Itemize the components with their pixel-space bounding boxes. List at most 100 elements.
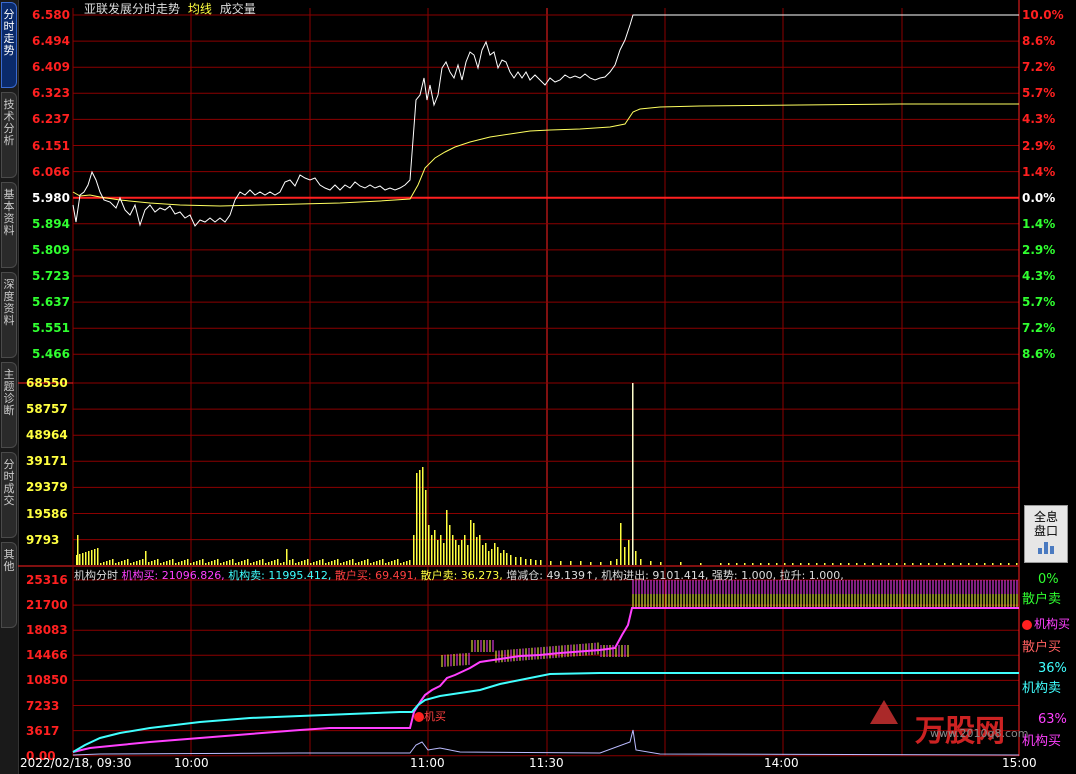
volume-bar [85,552,87,565]
volume-bar [840,563,842,565]
time-label-1000: 10:00 [174,756,209,770]
chart-header: 亚联发展分时走势 均线 成交量 [84,0,256,17]
volume-bar [256,561,258,565]
volume-bar [700,563,702,565]
volume-bar [202,559,204,565]
volume-bar [510,555,512,565]
volume-bar [912,563,914,565]
volume-bar [265,563,267,565]
volume-bar [154,560,156,565]
volume-bar [458,545,460,565]
watermark-arrow-icon [870,700,898,724]
volume-bar [160,563,162,565]
volume-bar [409,560,411,565]
volume-bar [220,563,222,565]
volume-bar [624,547,626,565]
full-quote-button[interactable]: 全息盘口 [1024,505,1068,563]
volume-bar [295,563,297,565]
volume-bar [109,560,111,565]
volume-bar [319,560,321,565]
volume-bar [331,561,333,565]
volume-bar [610,561,612,565]
volume-bar [616,559,618,565]
volume-bar [235,563,237,565]
volume-bar [848,563,850,565]
volume-bar [635,551,637,565]
volume-bar [590,562,592,565]
volume-bar [199,560,201,565]
volume-bar [283,562,285,565]
volume-bar [124,560,126,565]
inst-tick: 7233 [26,698,60,713]
rise-value: 拉升: 1.000, [779,569,844,582]
volume-bar [388,562,390,565]
volume-bar [792,563,794,565]
volume-bar [136,561,138,565]
volume-bar [274,560,276,565]
pct-tick: 4.3% [1022,112,1056,127]
volume-bar [382,559,384,565]
volume-bar [888,563,890,565]
volume-bar [334,560,336,565]
volume-bar [752,563,754,565]
volume-bar [476,537,478,565]
volume-bar [406,561,408,565]
volume-bar [580,561,582,565]
volume-bar [229,560,231,565]
price-tick: 6.494 [32,34,70,49]
volume-bar [391,561,393,565]
volume-bar [280,563,282,565]
volume-bar [118,562,120,565]
volume-bar [169,560,171,565]
volume-bar [166,561,168,565]
volume-bar [464,535,466,565]
time-label-1400: 14:00 [764,756,799,770]
volume-bar [416,473,418,565]
volume-bar [1008,563,1010,565]
price-line [72,14,1019,227]
volume-bar [127,559,129,565]
volume-bar [142,559,144,565]
volume-bar [760,563,762,565]
volume-label: 成交量 [219,2,256,16]
stock-title: 亚联发展分时走势 [84,2,181,16]
volume-bar [628,540,630,565]
volume-bar [488,551,490,565]
volume-bar [346,561,348,565]
volume-bar [271,561,273,565]
time-label-1130: 11:30 [529,756,564,770]
inst-sell-value: 机构卖: 11995.412, [228,569,332,582]
watermark-url: www.2010q8.com [930,727,1029,740]
volume-bar [223,562,225,565]
volume-bar [397,559,399,565]
volume-bar [1000,563,1002,565]
volume-bar [121,561,123,565]
volume-bar [446,510,448,565]
volume-bar [491,549,493,565]
volume-tick: 29379 [26,480,68,495]
volume-bar [904,563,906,565]
inst-tick: 18083 [26,623,68,638]
volume-bar [680,562,682,565]
volume-bar [530,559,532,565]
volume-bar [385,563,387,565]
volume-bar [205,563,207,565]
pct-tick: 8.6% [1022,34,1056,49]
inst-sell-tag: 机构卖 [1022,681,1062,696]
volume-bar [184,560,186,565]
volume-tick: 9793 [26,532,60,547]
volume-bar [920,563,922,565]
volume-bar [106,561,108,565]
volume-bar [130,563,132,565]
volume-bar [620,523,622,565]
volume-bar [600,562,602,565]
volume-bar [494,543,496,565]
pct-tick: 0.0% [1022,190,1056,205]
volume-bar [431,535,433,565]
price-tick: 6.237 [32,112,70,127]
volume-bar [800,563,802,565]
position-change-value: 增减仓: 49.139↑, [506,569,598,582]
volume-bar [175,563,177,565]
volume-bar [277,559,279,565]
pct-36-tag: 36% [1038,661,1067,676]
